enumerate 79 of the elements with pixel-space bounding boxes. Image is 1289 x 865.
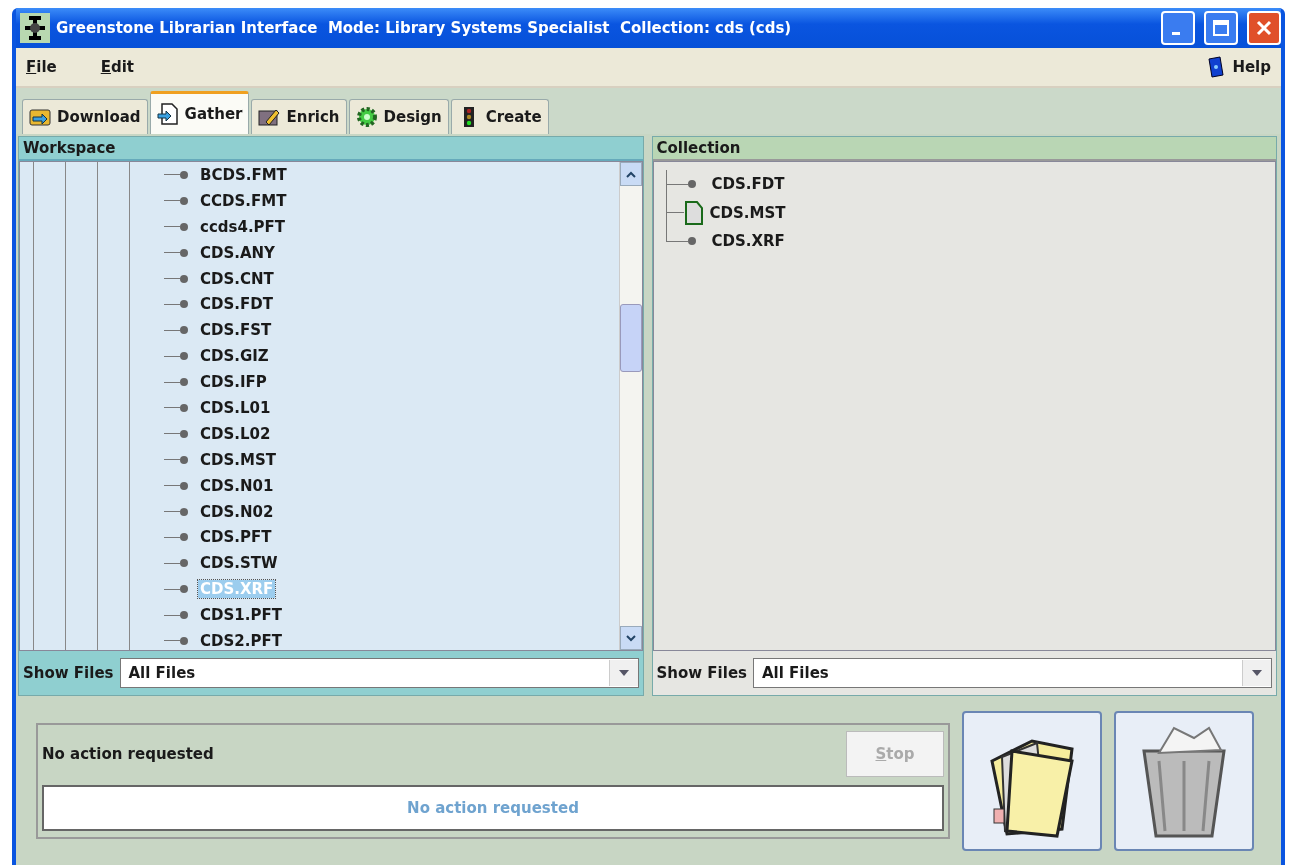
caret-icon — [1251, 669, 1263, 677]
tree-item[interactable]: CDS.IFP — [198, 373, 269, 392]
minimize-icon — [1172, 31, 1180, 35]
scroll-up-icon — [625, 170, 636, 178]
tree-item[interactable]: CDS.PFT — [198, 528, 274, 547]
minimize-button[interactable] — [1161, 11, 1195, 45]
caret-icon — [617, 669, 630, 677]
status-message: No action requested — [42, 744, 214, 763]
file-icon — [683, 200, 704, 225]
leaf-icon — [180, 481, 188, 490]
leaf-icon — [180, 196, 188, 205]
tree-item[interactable]: CDS.N01 — [198, 476, 276, 495]
panel-header: Workspace — [19, 137, 643, 161]
tree-item[interactable]: CDS.MST — [198, 450, 278, 469]
file-filter-dropdown[interactable]: All Files — [119, 658, 639, 688]
leaf-icon — [180, 274, 188, 283]
leaf-icon — [180, 378, 188, 387]
trash-button[interactable] — [1114, 710, 1254, 851]
leaf-icon — [180, 455, 188, 464]
leaf-icon — [180, 222, 188, 231]
app-logo-icon — [20, 13, 50, 43]
tab[interactable]: Design — [348, 99, 449, 134]
tree-item[interactable]: ccds4.PFT — [198, 217, 288, 236]
leaf-icon — [180, 585, 188, 594]
add-folder-button[interactable] — [962, 710, 1102, 851]
gear-icon — [355, 106, 378, 128]
filter-label: Show Files — [656, 664, 747, 682]
tree-item[interactable]: BCDS.FMT — [198, 165, 289, 184]
window-title: Greenstone Librarian Interface Mode: Library Systems Specialist Collection: cds (cds) — [56, 19, 793, 37]
leaf-icon — [180, 300, 188, 309]
close-button[interactable] — [1247, 11, 1281, 45]
leaf-icon — [687, 237, 696, 246]
tree-item[interactable]: CDS1.PFT — [198, 606, 284, 625]
tree-item[interactable]: CDS.N02 — [198, 502, 276, 521]
tree-item[interactable]: CDS.ANY — [198, 243, 277, 262]
tree-item[interactable]: CDS.XRF — [709, 232, 787, 251]
tree-item[interactable]: CDS2.PFT — [198, 631, 284, 650]
tree-item[interactable]: CDS.FDT — [198, 295, 275, 314]
tree-item[interactable]: CDS.L02 — [198, 424, 273, 443]
tree-item[interactable]: CDS.FDT — [709, 175, 787, 194]
menu-item[interactable]: Edit — [100, 58, 135, 76]
tree-item[interactable]: CDS.FST — [198, 321, 274, 340]
leaf-icon — [180, 326, 188, 335]
file-filter-dropdown[interactable]: All Files — [753, 658, 1272, 688]
leaf-icon — [180, 636, 188, 645]
leaf-icon — [180, 248, 188, 257]
tree-item[interactable]: CDS.L01 — [198, 398, 273, 417]
leaf-icon — [180, 403, 188, 412]
tree-item[interactable]: CCDS.FMT — [198, 191, 289, 210]
tree-item[interactable]: CDS.MST — [707, 203, 788, 222]
panel-header: Collection — [652, 137, 1276, 161]
tab[interactable]: Create — [450, 99, 549, 134]
tree-item[interactable]: CDS.STW — [198, 554, 280, 573]
progress-text: No action requested — [407, 798, 579, 817]
filter-label: Show Files — [23, 664, 114, 682]
close-icon — [1256, 20, 1272, 36]
leaf-icon — [180, 611, 188, 620]
scrollbar[interactable] — [618, 162, 642, 650]
help-menu[interactable]: Help — [1206, 56, 1271, 78]
menu-item[interactable]: File — [26, 58, 57, 76]
tree-item[interactable]: CDS.GIZ — [198, 347, 271, 366]
leaf-icon — [180, 533, 188, 542]
leaf-icon — [180, 559, 188, 568]
scroll-thumb[interactable] — [619, 304, 642, 372]
leaf-icon — [180, 352, 188, 361]
tab[interactable]: Download — [22, 99, 148, 134]
leaf-icon — [180, 170, 188, 179]
maximize-icon — [1213, 20, 1229, 36]
leaf-icon — [687, 180, 696, 189]
book-icon — [1206, 56, 1225, 78]
leaf-icon — [180, 507, 188, 516]
tab[interactable]: Enrich — [251, 99, 347, 134]
tab[interactable]: Gather — [149, 91, 250, 134]
leaf-icon — [180, 429, 188, 438]
maximize-button[interactable] — [1204, 11, 1238, 45]
tree-item[interactable]: CDS.CNT — [198, 269, 276, 288]
document-icon — [156, 103, 179, 125]
folder-icon — [29, 106, 51, 128]
scroll-down-icon — [625, 634, 636, 642]
